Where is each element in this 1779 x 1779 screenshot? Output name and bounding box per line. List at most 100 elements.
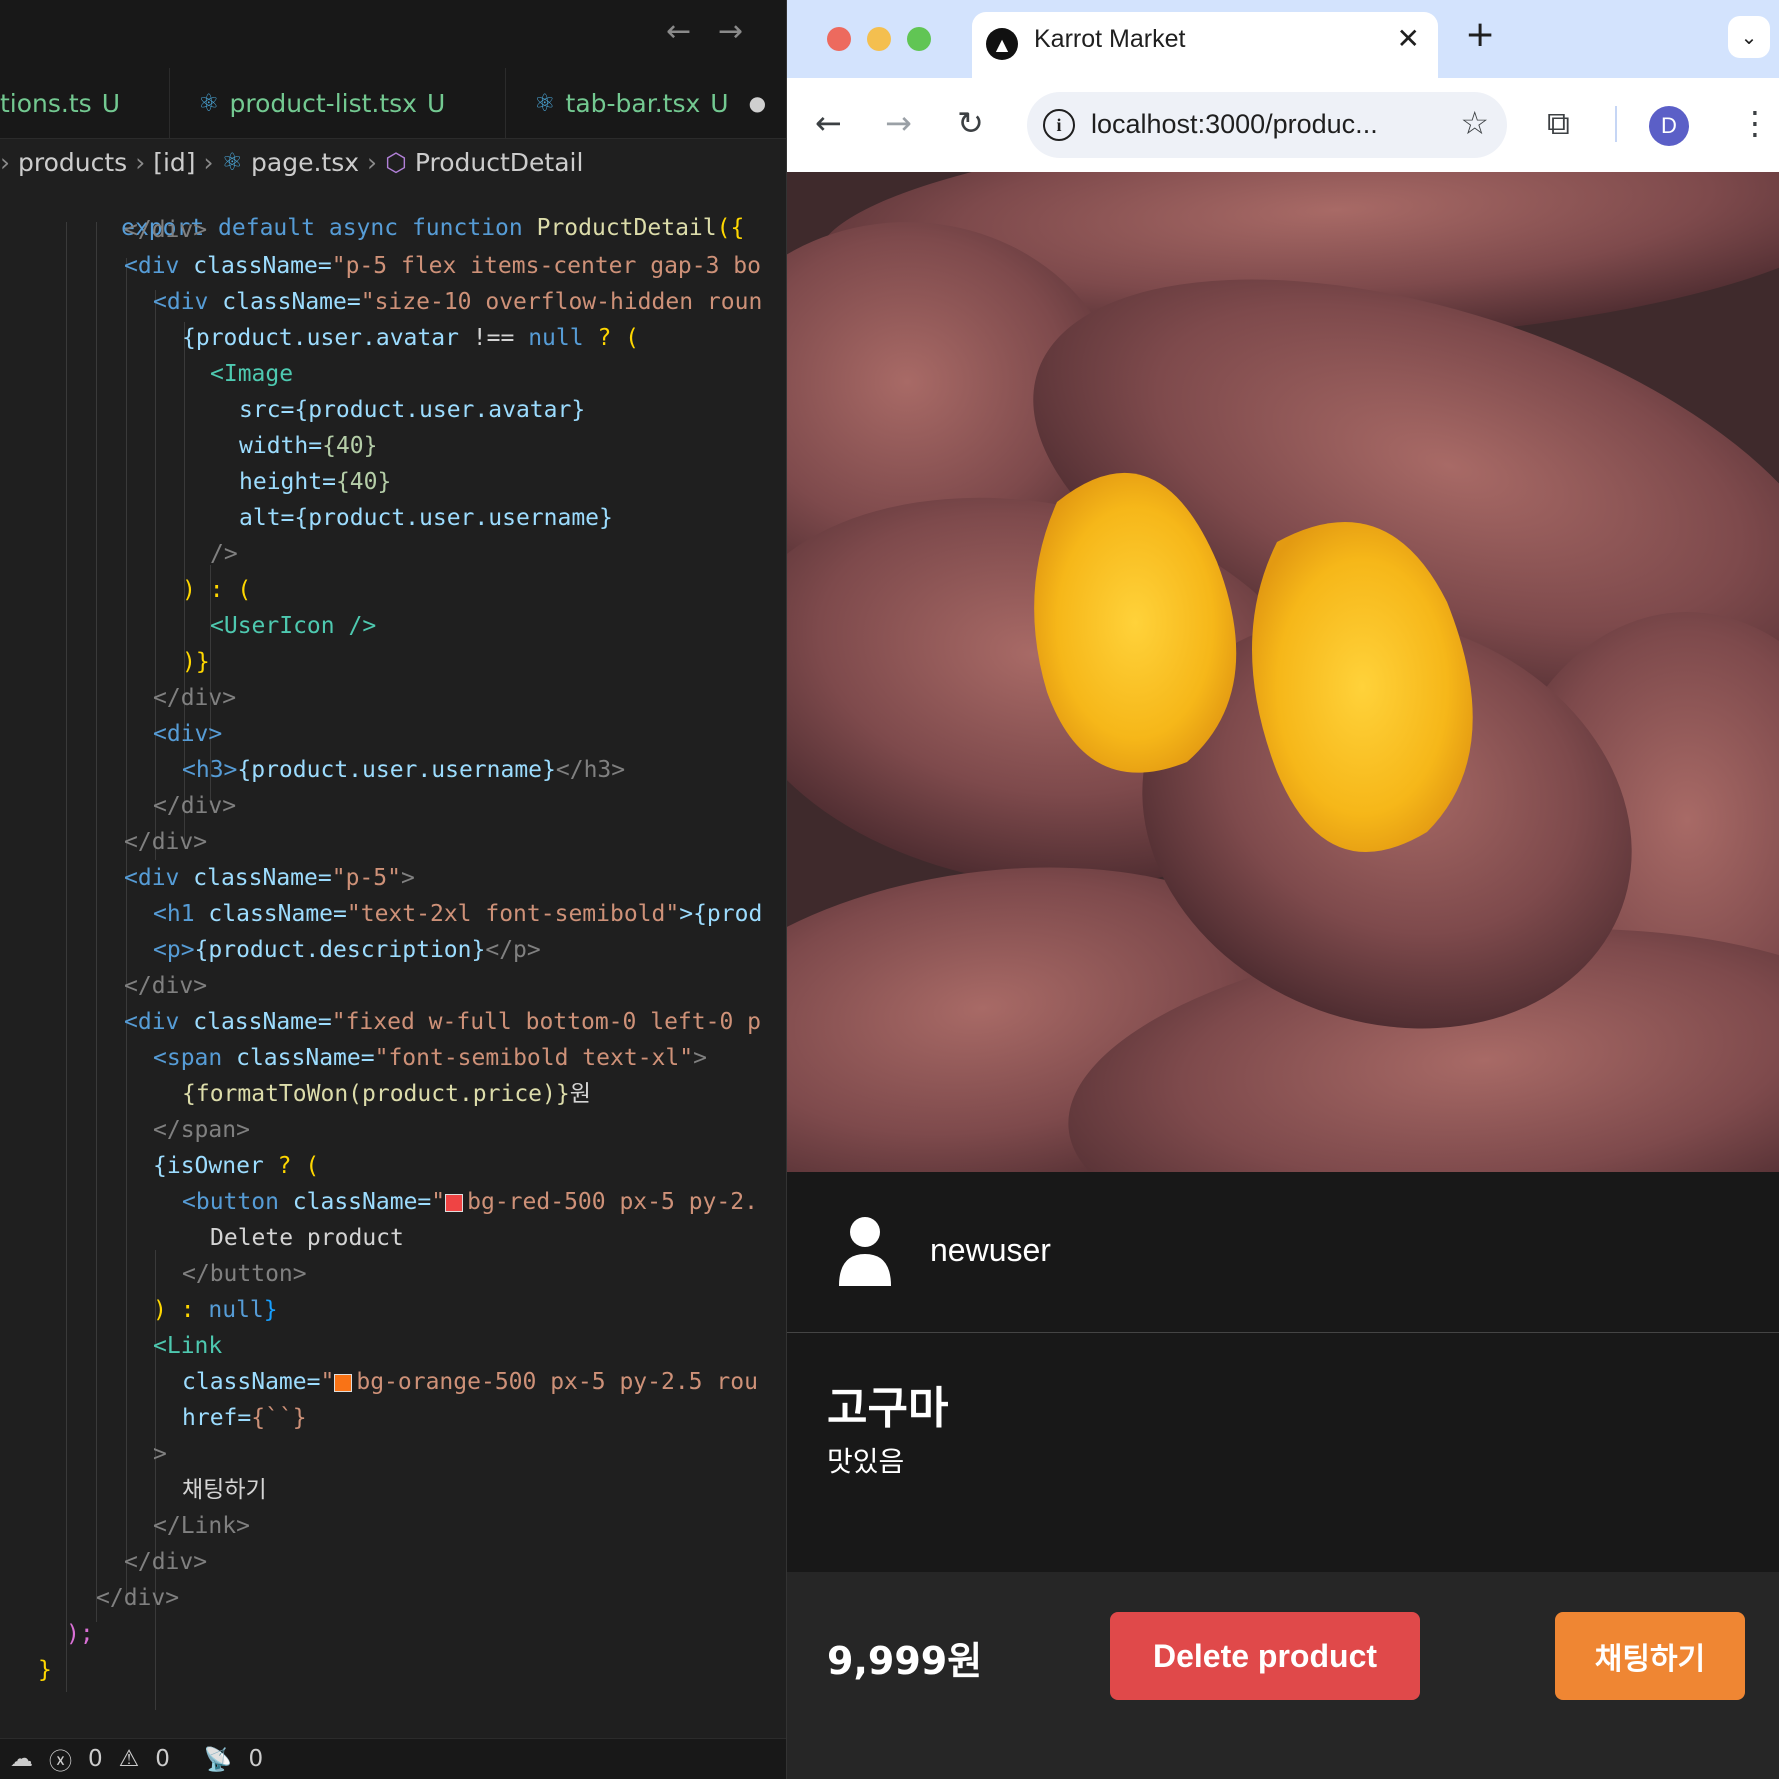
color-swatch-icon[interactable]: [334, 1373, 353, 1392]
code-line: </div>: [153, 685, 237, 711]
code-line: {formatToWon(product.price)}원: [182, 1081, 591, 1107]
address-bar[interactable]: i localhost:3000/produc... ☆: [1027, 92, 1507, 158]
forward-button[interactable]: →: [885, 104, 912, 142]
browser-tab-active[interactable]: ▲ Karrot Market ✕: [972, 12, 1438, 78]
editor-tab-options[interactable]: tions.ts U: [0, 68, 170, 138]
close-tab-icon[interactable]: ✕: [1397, 22, 1420, 55]
forward-arrow-icon[interactable]: →: [718, 14, 743, 49]
code-line: <UserIcon />: [210, 613, 377, 639]
react-icon: ⚛: [221, 148, 244, 176]
seller-username: newuser: [930, 1232, 1051, 1268]
code-line: </div>: [96, 1585, 180, 1611]
tab-search-chevron-icon[interactable]: ⌄: [1728, 16, 1770, 58]
seller-row: newuser: [787, 1172, 1779, 1333]
status-bar: ☁ ⓧ 0 ⚠ 0 📡 0: [0, 1738, 786, 1779]
minimize-window-button[interactable]: [867, 27, 891, 51]
code-line: <div className="p-5">: [124, 865, 415, 891]
tab-label: tab-bar.tsx: [565, 88, 701, 118]
product-title: 고구마: [827, 1383, 949, 1434]
untracked-badge: U: [101, 88, 120, 118]
warning-icon[interactable]: ⚠: [119, 1746, 140, 1772]
code-line: height={40}: [239, 469, 392, 495]
react-icon: ⚛: [198, 89, 220, 117]
product-description: 맛있음: [827, 1445, 905, 1478]
code-line: className=" bg-orange-500 px-5 py-2.5 rou: [182, 1369, 758, 1395]
delete-product-button[interactable]: Delete product: [1110, 1612, 1420, 1700]
error-icon[interactable]: ⓧ: [49, 1742, 72, 1776]
untracked-badge: U: [426, 88, 446, 118]
code-line: {product.user.avatar !== null ? (: [182, 325, 639, 351]
error-count[interactable]: 0: [88, 1746, 103, 1772]
code-line: <div className="p-5 flex items-center ga…: [124, 253, 761, 279]
unsaved-dot-icon[interactable]: ●: [749, 91, 766, 115]
extensions-puzzle-icon[interactable]: ⧉: [1547, 104, 1570, 143]
color-swatch-icon[interactable]: [445, 1193, 464, 1212]
ports-count[interactable]: 0: [249, 1746, 264, 1772]
untracked-badge: U: [710, 88, 729, 118]
product-price: 9,999원: [827, 1639, 983, 1683]
bookmark-star-icon[interactable]: ☆: [1460, 104, 1489, 142]
breadcrumb-item[interactable]: products: [18, 148, 127, 177]
breadcrumb-item[interactable]: page.tsx: [251, 148, 359, 177]
code-line: <button className=" bg-red-500 px-5 py-2.: [182, 1189, 758, 1215]
code-line: ) : (: [182, 577, 252, 603]
code-line: href={``}: [182, 1405, 307, 1431]
code-line: </Link>: [153, 1513, 250, 1539]
editor-tab-tab-bar[interactable]: ⚛ tab-bar.tsx U ●: [506, 68, 786, 138]
code-line: </div>: [124, 973, 208, 999]
code-line: <div>: [153, 721, 223, 747]
code-line: <h3>{product.user.username}</h3>: [182, 757, 626, 783]
page-content: newuser 고구마 맛있음 9,999원 Delete product 채팅…: [787, 172, 1779, 1779]
back-button[interactable]: ←: [815, 104, 842, 142]
code-line: <Image: [210, 361, 294, 387]
code-line: )}: [182, 649, 210, 675]
chevron-right-icon: ›: [203, 147, 214, 177]
warning-count[interactable]: 0: [155, 1746, 170, 1772]
close-window-button[interactable]: [827, 27, 851, 51]
tab-label: product-list.tsx: [229, 88, 417, 118]
profile-avatar[interactable]: D: [1649, 106, 1689, 146]
product-action-bar: 9,999원 Delete product 채팅하기: [787, 1572, 1779, 1779]
code-editor: ← → tions.ts U ⚛ product-list.tsx U ⚛ ta…: [0, 0, 786, 1779]
code-line: Delete product: [210, 1225, 404, 1251]
code-line: <p>{product.description}</p>: [153, 937, 541, 963]
code-line: <div className="size-10 overflow-hidden …: [153, 289, 763, 315]
code-line: </div>: [124, 1549, 208, 1575]
code-line: }: [38, 1657, 52, 1683]
editor-tab-bar: tions.ts U ⚛ product-list.tsx U ⚛ tab-ba…: [0, 68, 786, 139]
code-line: />: [210, 541, 238, 567]
code-line: <span className="font-semibold text-xl">: [153, 1045, 707, 1071]
remote-icon[interactable]: ☁: [10, 1746, 33, 1772]
toolbar-divider: [1615, 106, 1617, 142]
code-line: 채팅하기: [182, 1477, 267, 1503]
url-text[interactable]: localhost:3000/produc...: [1091, 109, 1378, 140]
code-line: src={product.user.avatar}: [239, 397, 586, 423]
chat-button[interactable]: 채팅하기: [1555, 1612, 1745, 1700]
back-arrow-icon[interactable]: ←: [666, 14, 691, 49]
reload-button[interactable]: ↻: [957, 104, 984, 142]
react-icon: ⚛: [534, 89, 556, 117]
code-line: >: [153, 1441, 167, 1467]
new-tab-button[interactable]: +: [1465, 14, 1495, 55]
browser-tab-strip: ▲ Karrot Market ✕ + ⌄: [787, 0, 1779, 78]
chevron-right-icon: ›: [135, 147, 146, 177]
breadcrumb-item[interactable]: ProductDetail: [415, 148, 584, 177]
code-line: </button>: [182, 1261, 307, 1287]
breadcrumb-item[interactable]: [id]: [153, 148, 195, 177]
ports-icon[interactable]: 📡: [204, 1746, 233, 1773]
code-line: </div>: [124, 217, 208, 243]
code-line: </div>: [153, 793, 237, 819]
more-menu-icon[interactable]: ⋮: [1739, 104, 1771, 142]
chevron-right-icon: ›: [367, 147, 378, 177]
code-line: );: [66, 1621, 94, 1647]
code-line: </span>: [153, 1117, 250, 1143]
product-image: [787, 172, 1779, 1172]
browser-toolbar: ← → ↻ i localhost:3000/produc... ☆ ⧉ D ⋮: [787, 78, 1779, 173]
site-info-icon[interactable]: i: [1043, 109, 1075, 141]
browser-window: ▲ Karrot Market ✕ + ⌄ ← → ↻ i localhost:…: [786, 0, 1779, 1779]
editor-title-bar: ← →: [0, 0, 786, 69]
tab-label: tions.ts: [0, 88, 92, 118]
maximize-window-button[interactable]: [907, 27, 931, 51]
code-line: <div className="fixed w-full bottom-0 le…: [124, 1009, 761, 1035]
editor-tab-product-list[interactable]: ⚛ product-list.tsx U: [170, 68, 506, 138]
